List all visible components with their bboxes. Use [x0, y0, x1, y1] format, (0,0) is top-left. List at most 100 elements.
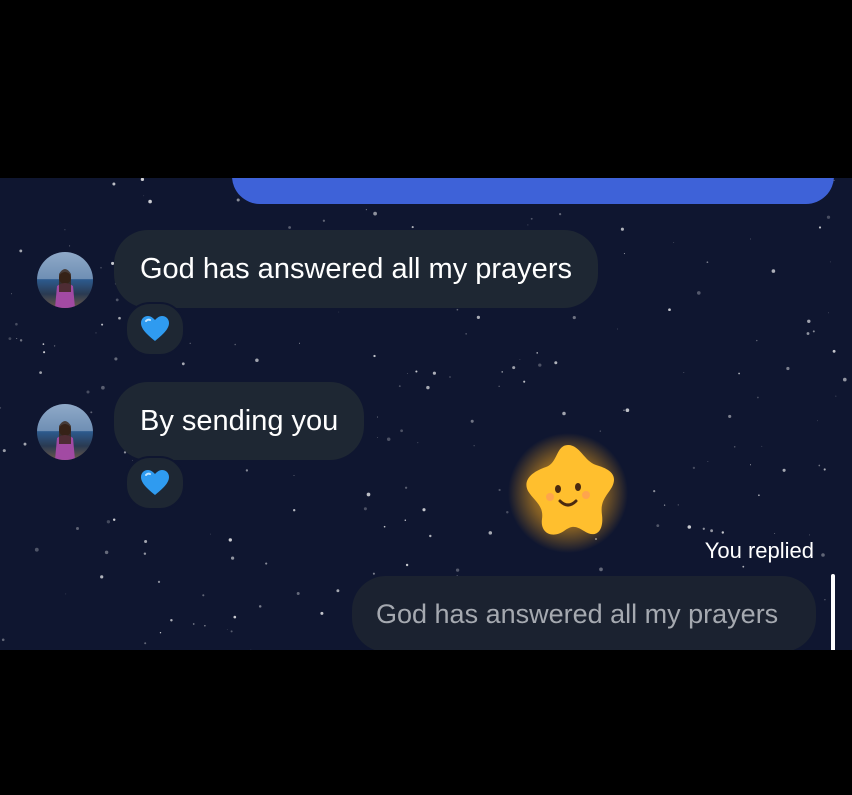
quoted-reply-text: God has answered all my prayers	[376, 598, 779, 629]
star-dot	[157, 580, 161, 584]
star-dot	[226, 629, 228, 630]
star-dot	[148, 199, 152, 204]
star-dot	[599, 567, 603, 572]
star-dot	[692, 466, 696, 470]
message-text: God has answered all my prayers	[140, 252, 572, 285]
star-dot	[455, 568, 460, 572]
star-dot	[758, 494, 760, 497]
star-dot	[320, 611, 324, 615]
star-dot	[625, 408, 630, 413]
star-dot	[16, 337, 18, 340]
star-dot	[806, 332, 810, 335]
star-dot	[817, 420, 818, 422]
star-dot	[536, 352, 538, 354]
contact-avatar[interactable]	[37, 404, 93, 460]
avatar-photo	[55, 421, 75, 460]
star-dot	[742, 565, 745, 568]
star-dot	[90, 411, 93, 414]
star-dot	[255, 358, 259, 363]
star-dot	[721, 531, 725, 534]
message-bubble[interactable]: God has answered all my prayers	[114, 230, 598, 308]
star-dot	[336, 589, 340, 593]
star-dot	[653, 490, 656, 493]
star-dot	[807, 319, 811, 324]
star-dot	[236, 198, 240, 202]
star-dot	[204, 625, 206, 627]
star-dot	[143, 552, 147, 555]
star-dot	[258, 605, 262, 608]
star-dot	[43, 351, 46, 354]
star-dot	[118, 316, 121, 320]
star-dot	[1, 638, 5, 642]
star-dot	[733, 446, 736, 448]
star-dot	[144, 539, 148, 544]
star-dot	[417, 442, 419, 444]
star-dot	[538, 363, 542, 367]
star-dot	[34, 547, 39, 552]
star-dot	[366, 492, 371, 497]
quoted-reply-bubble[interactable]: God has answered all my prayers	[352, 576, 816, 650]
reply-indicator-bar	[831, 574, 835, 650]
star-dot	[668, 308, 671, 312]
blue-heart-icon	[141, 470, 169, 495]
star-dot	[159, 632, 162, 634]
star-dot	[488, 531, 493, 535]
star-dot	[702, 527, 705, 530]
star-dot	[100, 575, 104, 579]
star-dot	[131, 459, 133, 461]
star-dot	[209, 533, 211, 535]
star-dot	[476, 315, 480, 319]
star-dot	[728, 414, 732, 418]
contact-avatar[interactable]	[37, 252, 93, 308]
star-dot	[386, 437, 391, 441]
star-dot	[181, 362, 185, 366]
sent-message-bubble-partial[interactable]	[232, 178, 834, 204]
star-dot	[774, 532, 776, 535]
star-dot	[363, 507, 367, 511]
star-dot	[786, 366, 790, 371]
star-dot	[750, 238, 751, 240]
wish-star-sticker-icon[interactable]	[500, 431, 640, 561]
star-dot	[230, 630, 233, 633]
star-dot	[523, 380, 526, 383]
star-dot	[8, 337, 12, 341]
star-dot	[265, 562, 268, 565]
star-dot	[405, 563, 409, 567]
star-dot	[114, 357, 118, 361]
star-dot	[673, 241, 675, 244]
star-dot	[322, 219, 326, 222]
star-dot	[406, 373, 408, 375]
star-dot	[757, 396, 759, 399]
star-dot	[842, 377, 847, 382]
reaction-badge[interactable]	[125, 456, 185, 510]
star-dot	[245, 469, 249, 472]
reaction-badge[interactable]	[125, 302, 185, 356]
star-dot	[373, 211, 377, 216]
star-dot	[429, 534, 432, 538]
star-dot	[250, 648, 252, 650]
star-dot	[818, 464, 821, 467]
star-dot	[112, 182, 116, 186]
star-dot	[782, 468, 786, 472]
star-dot	[293, 475, 295, 477]
star-dot	[456, 308, 459, 311]
star-dot	[761, 445, 763, 447]
star-dot	[756, 339, 758, 342]
star-dot	[559, 213, 562, 216]
message-bubble[interactable]: By sending you	[114, 382, 365, 460]
star-dot	[101, 323, 104, 326]
star-dot	[101, 385, 105, 390]
star-dot	[832, 349, 836, 353]
star-dot	[519, 358, 521, 360]
star-dot	[835, 395, 837, 397]
star-dot	[823, 468, 826, 471]
star-dot	[383, 525, 386, 528]
star-dot	[426, 385, 430, 390]
star-dot	[19, 249, 23, 253]
star-dot	[404, 519, 407, 521]
star-dot	[432, 371, 436, 375]
star-dot	[527, 224, 529, 226]
star-dot	[76, 527, 79, 530]
star-dot	[86, 390, 90, 394]
star-dot	[809, 534, 810, 536]
